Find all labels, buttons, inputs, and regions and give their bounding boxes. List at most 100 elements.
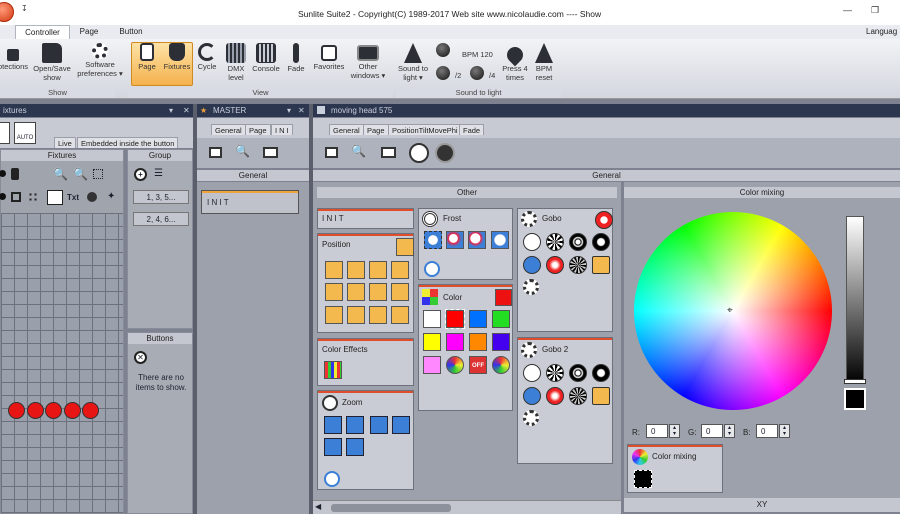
minimize-icon[interactable]: —: [843, 5, 852, 15]
gobo-preset[interactable]: [592, 256, 610, 274]
pin-icon[interactable]: ▾: [169, 104, 173, 117]
quick-access-arrow-icon[interactable]: ↧: [21, 4, 28, 13]
position-preset[interactable]: [325, 283, 343, 301]
arrange-icon[interactable]: [11, 192, 21, 202]
gobo-preset[interactable]: [546, 256, 564, 274]
position-preset[interactable]: [391, 261, 409, 279]
color-swatch[interactable]: [446, 333, 464, 351]
auto-button[interactable]: AUTO: [14, 122, 36, 144]
color-swatch[interactable]: [492, 310, 510, 328]
tab-init[interactable]: I N I T: [271, 124, 293, 135]
fixture-grid[interactable]: [1, 213, 123, 513]
tab-position[interactable]: PositionTiltMovePhi: [388, 124, 462, 135]
group-item[interactable]: 1, 3, 5...: [133, 190, 189, 204]
color-mixing-preset[interactable]: [634, 470, 652, 488]
pin-icon[interactable]: ▾: [287, 104, 291, 117]
r-spinner[interactable]: ▴ ▾: [669, 424, 680, 438]
color-swatch[interactable]: [423, 356, 441, 374]
language-menu[interactable]: Languag: [866, 25, 900, 39]
grid-view-icon[interactable]: [47, 190, 63, 205]
scroll-left-icon[interactable]: ◀: [315, 502, 321, 511]
position-preset[interactable]: [369, 306, 387, 324]
scroll-thumb[interactable]: [331, 504, 451, 512]
gobo-preset[interactable]: [523, 364, 541, 382]
div2-button[interactable]: [436, 43, 450, 57]
white-circle-icon[interactable]: [409, 143, 429, 163]
fixture-dot[interactable]: [63, 402, 81, 419]
position-preset[interactable]: [347, 306, 365, 324]
color-swatch[interactable]: [492, 333, 510, 351]
div2-half-button[interactable]: [436, 66, 450, 80]
position-preset[interactable]: [391, 283, 409, 301]
fade-button[interactable]: Fade: [285, 43, 307, 74]
color-wheel[interactable]: [634, 212, 832, 410]
dot-tool-icon[interactable]: [0, 170, 6, 177]
color-swatch[interactable]: [492, 356, 510, 374]
gobo-dial-icon[interactable]: [523, 279, 539, 295]
tab-page[interactable]: Page: [363, 124, 389, 135]
g-input[interactable]: 0: [701, 424, 723, 438]
frost-preset[interactable]: [424, 231, 442, 249]
position-preset[interactable]: [369, 261, 387, 279]
tab-page[interactable]: Page: [245, 124, 271, 135]
position-preset[interactable]: [325, 306, 343, 324]
gobo-preset[interactable]: [592, 387, 610, 405]
fixture-tool-icon[interactable]: [11, 168, 19, 180]
gobo-preset[interactable]: [546, 233, 564, 251]
tab-general[interactable]: General: [211, 124, 246, 135]
gobo-preset[interactable]: [569, 233, 587, 251]
console-button[interactable]: Console: [251, 43, 281, 74]
fixture-dot[interactable]: [8, 402, 25, 419]
search-icon[interactable]: 🔍: [351, 144, 366, 158]
color-swatch[interactable]: [469, 333, 487, 351]
black-circle-icon[interactable]: [435, 143, 455, 163]
g-spinner[interactable]: ▴ ▾: [724, 424, 735, 438]
zoom-out-icon[interactable]: 🔍: [73, 167, 88, 181]
grid-dots-icon[interactable]: [28, 192, 38, 202]
brightness-thumb[interactable]: [844, 379, 866, 384]
other-windows-button[interactable]: Other windows ▾: [345, 43, 391, 80]
fixture-dot[interactable]: [26, 402, 44, 419]
group-item[interactable]: 2, 4, 6...: [133, 212, 189, 226]
close-icon[interactable]: ✕: [183, 104, 190, 117]
close-circle-icon[interactable]: ✕: [134, 351, 147, 364]
page-view-button[interactable]: Page: [133, 43, 161, 72]
bpm-reset-button[interactable]: BPM reset: [530, 43, 558, 82]
color-swatch[interactable]: [446, 356, 464, 374]
black-swatch[interactable]: [844, 388, 866, 410]
tab-live[interactable]: Live: [54, 137, 76, 148]
zoom-preset[interactable]: [324, 438, 342, 456]
zoom-dial-icon[interactable]: [324, 471, 340, 487]
mode-button[interactable]: [0, 122, 10, 144]
frost-dial-icon[interactable]: [424, 261, 440, 277]
tab-page[interactable]: Page: [72, 25, 106, 39]
color-tool-icon[interactable]: [87, 192, 97, 202]
add-group-icon[interactable]: +: [134, 168, 147, 181]
color-mixing-button-box[interactable]: Color mixing: [627, 444, 723, 493]
protections-button[interactable]: otections: [0, 43, 30, 72]
frost-preset[interactable]: [446, 231, 464, 249]
div4-button[interactable]: [470, 66, 484, 80]
gobo-dial-icon[interactable]: [523, 410, 539, 426]
close-icon[interactable]: ✕: [298, 104, 305, 117]
gobo-preset[interactable]: [523, 233, 541, 251]
text-toggle[interactable]: Txt: [67, 193, 79, 202]
fixtures-view-button[interactable]: Fixtures: [161, 43, 193, 72]
tab-embedded[interactable]: Embedded inside the button: [77, 137, 179, 148]
frost-preset[interactable]: [491, 231, 509, 249]
fixture-dot[interactable]: [45, 402, 62, 419]
view-icon[interactable]: [209, 147, 222, 158]
gobo-preset[interactable]: [569, 387, 587, 405]
color-swatch[interactable]: [423, 333, 441, 351]
splitter[interactable]: [193, 104, 197, 514]
color-swatch[interactable]: [469, 310, 487, 328]
wand-icon[interactable]: ✦: [107, 191, 115, 202]
color-swatch[interactable]: OFF: [469, 356, 487, 374]
zoom-preset[interactable]: [346, 416, 364, 434]
color-swatch[interactable]: [445, 309, 465, 329]
position-preset[interactable]: [347, 261, 365, 279]
tab-button[interactable]: Button: [110, 25, 152, 39]
zoom-preset[interactable]: [324, 416, 342, 434]
open-save-button[interactable]: Open/Save show: [32, 43, 72, 82]
sound-to-light-button[interactable]: Sound to light ▾: [395, 43, 431, 82]
